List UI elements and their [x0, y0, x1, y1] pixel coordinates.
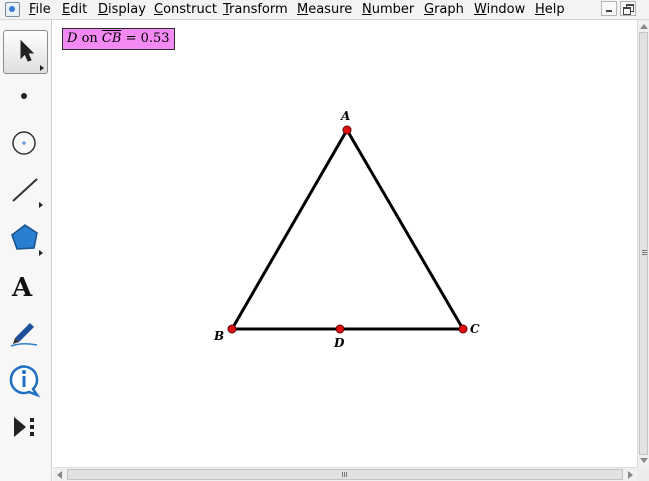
menu-number[interactable]: Number	[362, 1, 414, 18]
compass-circle-icon	[12, 131, 36, 155]
menu-mnemonic: D	[98, 2, 109, 17]
arrow-select-icon	[20, 39, 44, 71]
information-tool[interactable]	[3, 358, 48, 402]
straightedge-tool[interactable]	[3, 168, 48, 212]
scrollbar-corner	[637, 467, 649, 481]
text-tool[interactable]: A	[3, 264, 48, 308]
polygon-icon	[11, 224, 43, 256]
label-a[interactable]: A	[340, 109, 350, 123]
horizontal-scrollbar[interactable]	[53, 467, 637, 481]
menu-mnemonic: M	[297, 2, 309, 17]
compass-tool[interactable]	[3, 122, 48, 166]
label-c[interactable]: C	[470, 322, 480, 336]
information-icon	[9, 365, 41, 398]
menu-construct[interactable]: Construct	[154, 1, 217, 18]
marker-tool[interactable]	[3, 310, 48, 354]
menu-transform[interactable]: Transform	[223, 1, 288, 18]
scroll-down-icon[interactable]	[640, 458, 648, 463]
menu-graph[interactable]: Graph	[424, 1, 464, 18]
straightedge-icon	[12, 178, 43, 208]
menu-mnemonic: E	[62, 2, 71, 17]
scroll-up-icon[interactable]	[640, 24, 648, 29]
sketch-canvas[interactable]: D on CB = 0.53 A B C D	[53, 20, 637, 467]
menu-bar: File Edit Display Construct Transform Me…	[0, 0, 649, 20]
point-tool[interactable]	[3, 74, 48, 118]
geometry-figure: A B C D	[213, 109, 480, 350]
menu-display[interactable]: Display	[98, 1, 146, 18]
custom-tool-icon	[14, 417, 34, 437]
point-icon	[21, 93, 27, 99]
polygon-tool[interactable]	[3, 216, 48, 260]
text-tool-icon: A	[11, 273, 33, 303]
menu-mnemonic: N	[362, 2, 372, 17]
menu-mnemonic: G	[424, 2, 435, 17]
label-b[interactable]: B	[213, 329, 224, 343]
custom-tool[interactable]	[3, 406, 48, 450]
point-c[interactable]	[458, 324, 468, 334]
point-a[interactable]	[342, 125, 352, 135]
scroll-right-icon[interactable]	[628, 471, 633, 479]
vertical-scrollbar[interactable]	[637, 20, 649, 467]
scroll-left-icon[interactable]	[57, 471, 62, 479]
menu-measure[interactable]: Measure	[297, 1, 352, 18]
point-b[interactable]	[227, 324, 237, 334]
marker-pen-icon	[10, 323, 38, 347]
menu-mnemonic: C	[154, 2, 164, 17]
menu-mnemonic: H	[535, 2, 545, 17]
app-icon[interactable]	[5, 2, 20, 17]
toolbox: A	[0, 20, 52, 481]
menu-mnemonic: W	[474, 2, 487, 17]
horizontal-scroll-thumb[interactable]	[67, 469, 623, 480]
menu-window[interactable]: Window	[474, 1, 525, 18]
vertical-scroll-thumb[interactable]	[639, 32, 648, 455]
menu-file[interactable]: File	[29, 1, 51, 18]
menu-help[interactable]: Help	[535, 1, 565, 18]
label-d[interactable]: D	[333, 336, 345, 350]
menu-edit[interactable]: Edit	[62, 1, 87, 18]
segment-ab[interactable]	[230, 129, 349, 330]
arrow-tool[interactable]	[3, 30, 48, 74]
minimize-button[interactable]	[601, 1, 617, 16]
text-tool-glyph: A	[11, 273, 33, 303]
point-d[interactable]	[335, 324, 345, 334]
restore-button[interactable]	[620, 1, 636, 16]
segment-ac[interactable]	[345, 129, 465, 330]
